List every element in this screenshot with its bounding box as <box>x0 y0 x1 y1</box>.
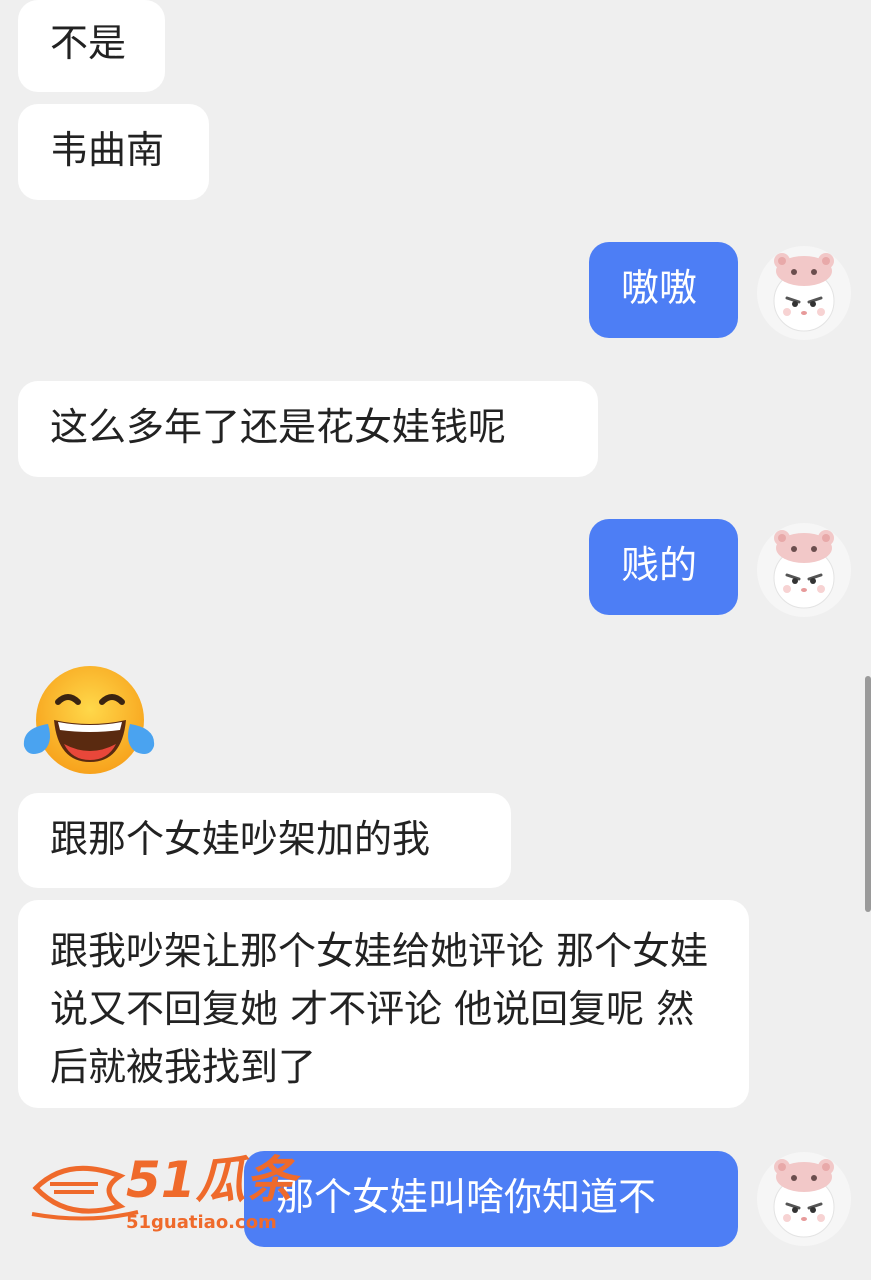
watermark-logo: 51瓜条 51guatiao.com <box>28 1150 328 1240</box>
message-text: 韦曲南 <box>50 128 165 172</box>
message-text: 跟我吵架让那个女娃给她评论 那个女娃说又不回复她 才不评论 他说回复呢 然后就被… <box>50 929 709 1089</box>
message-bubble-incoming[interactable]: 这么多年了还是花女娃钱呢 <box>18 381 598 477</box>
user-avatar[interactable] <box>757 1152 851 1246</box>
message-bubble-incoming[interactable]: 跟我吵架让那个女娃给她评论 那个女娃说又不回复她 才不评论 他说回复呢 然后就被… <box>18 900 749 1108</box>
message-bubble-incoming[interactable]: 不是 <box>18 0 165 92</box>
laughing-crying-emoji-message[interactable] <box>18 662 158 782</box>
message-text: 贱的 <box>621 543 698 587</box>
message-text: 这么多年了还是花女娃钱呢 <box>50 405 507 449</box>
user-avatar[interactable] <box>757 523 851 617</box>
watermark-url: 51guatiao.com <box>126 1212 277 1233</box>
scrollbar[interactable] <box>865 676 871 912</box>
message-bubble-incoming[interactable]: 跟那个女娃吵架加的我 <box>18 793 511 888</box>
bear-hat-avatar-icon <box>773 530 835 609</box>
user-avatar[interactable] <box>757 246 851 340</box>
message-text: 跟那个女娃吵架加的我 <box>50 817 431 861</box>
message-text: 那个女娃叫啥你知道不 <box>276 1175 657 1219</box>
message-bubble-outgoing[interactable]: 贱的 <box>589 519 738 615</box>
message-bubble-incoming[interactable]: 韦曲南 <box>18 104 209 200</box>
laughing-crying-emoji-icon <box>23 666 155 774</box>
message-text: 不是 <box>50 21 127 65</box>
bear-hat-avatar-icon <box>773 253 835 332</box>
message-text: 嗷嗷 <box>621 266 698 310</box>
message-bubble-outgoing[interactable]: 嗷嗷 <box>589 242 738 338</box>
watermark-brand: 51瓜条 <box>126 1151 296 1209</box>
bear-hat-avatar-icon <box>773 1159 835 1238</box>
